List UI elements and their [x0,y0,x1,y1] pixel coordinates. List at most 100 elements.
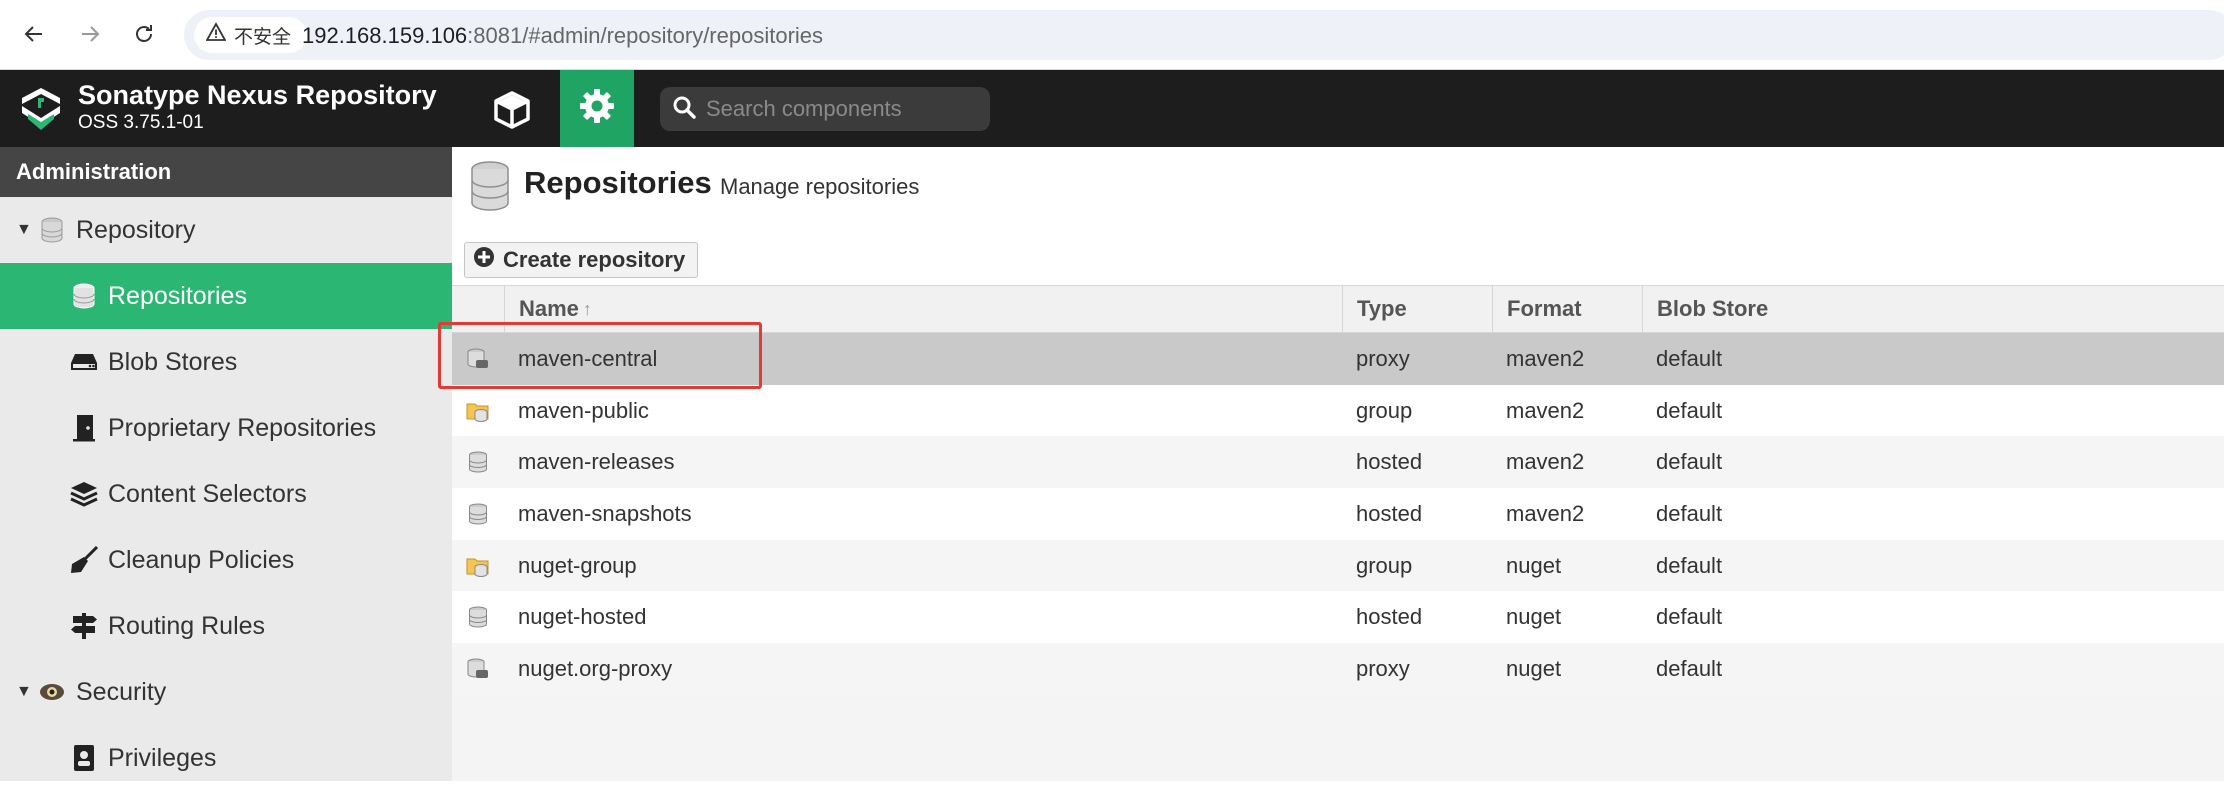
repositories-grid: Name ↑ Type Format Blob Store maven-cent… [452,285,2224,695]
sidebar-item-security[interactable]: ▼ Security [0,659,452,725]
repo-format: maven2 [1506,449,1585,475]
hosted-repo-icon [452,591,504,643]
repo-type: hosted [1356,604,1423,630]
sidebar-item-label: Blob Stores [108,347,238,376]
repo-name[interactable]: maven-public [504,385,1342,437]
broom-icon [70,546,98,574]
sidebar-item-privileges[interactable]: Privileges [0,725,452,791]
hosted-repo-icon [452,436,504,488]
repo-blob-store: default [1656,604,1723,630]
address-bar[interactable]: 不安全 192.168.159.106:8081/#admin/reposito… [184,10,2224,60]
repo-format: maven2 [1506,345,1585,371]
repo-name[interactable]: nuget-group [504,540,1342,592]
layers-icon [70,480,98,508]
expand-triangle-icon[interactable]: ▼ [16,221,38,239]
nexus-logo-icon[interactable] [18,86,64,132]
repo-type: hosted [1356,449,1423,475]
table-row[interactable]: maven-central proxy maven2 default [452,333,2224,385]
grid-toolbar: Create repository [452,231,2224,285]
repo-type: proxy [1356,345,1410,371]
sidebar-item-proprietary-repositories[interactable]: Proprietary Repositories [0,395,452,461]
sidebar-item-repositories[interactable]: Repositories [0,263,452,329]
table-row[interactable]: nuget.org-proxy proxy nuget default [452,643,2224,695]
sidebar-item-label: Routing Rules [108,611,266,640]
table-row[interactable]: maven-public group maven2 default [452,384,2224,437]
repo-name[interactable]: nuget.org-proxy [504,643,1342,695]
proxy-repo-icon [452,333,504,385]
forward-icon[interactable] [70,14,110,54]
sidebar-item-label: Proprietary Repositories [108,413,377,442]
repo-name[interactable]: maven-snapshots [504,488,1342,540]
database-icon [470,161,510,211]
sidebar-item-content-selectors[interactable]: Content Selectors [0,461,452,527]
column-header-format[interactable]: Format [1492,286,1642,332]
group-repo-icon [452,385,504,437]
sidebar-item-label: Repository [76,215,196,244]
browse-mode-button[interactable] [474,78,550,146]
admin-mode-button[interactable] [560,70,634,147]
repo-type: hosted [1356,500,1423,526]
app-version: OSS 3.75.1-01 [78,112,204,133]
database-icon [38,216,66,244]
sidebar-item-label: Content Selectors [108,479,307,508]
hdd-icon [70,348,98,376]
repo-name[interactable]: maven-central [504,333,1342,385]
app-title: Sonatype Nexus Repository [78,80,437,110]
search-components-input[interactable]: Search components [660,87,990,131]
column-header-blob-store[interactable]: Blob Store [1642,286,2224,332]
cube-icon [492,90,532,135]
repo-format: nuget [1506,655,1562,681]
repo-name[interactable]: nuget-hosted [504,591,1342,643]
column-header-type[interactable]: Type [1342,286,1492,332]
sidebar-item-blob-stores[interactable]: Blob Stores [0,329,452,395]
security-label: 不安全 [234,26,292,48]
repo-type: group [1356,397,1413,423]
search-icon [672,95,696,124]
database-icon [70,282,98,310]
create-repository-label: Create repository [503,247,686,272]
column-name-label: Name [519,296,579,321]
repo-blob-store: default [1656,655,1723,681]
repo-blob-store: default [1656,500,1723,526]
security-chip[interactable]: 不安全 [194,17,308,53]
sidebar-item-label: Repositories [108,281,247,310]
repo-name[interactable]: maven-releases [504,436,1342,488]
repo-format: nuget [1506,604,1562,630]
search-placeholder: Search components [706,96,902,121]
back-icon[interactable] [14,14,54,54]
repo-format: nuget [1506,552,1562,578]
sort-asc-icon: ↑ [582,298,592,319]
sidebar-item-repository[interactable]: ▼ Repository [0,197,452,263]
url-text[interactable]: 192.168.159.106:8081/#admin/repository/r… [302,23,823,49]
sidebar-title: Administration [0,147,452,197]
reload-icon[interactable] [124,14,164,54]
repo-type: group [1356,552,1413,578]
signpost-icon [70,612,98,640]
table-row[interactable]: maven-snapshots hosted maven2 default [452,488,2224,540]
repo-type: proxy [1356,655,1410,681]
page-header: Repositories Manage repositories [452,147,2224,231]
repo-blob-store: default [1656,345,1723,371]
sidebar-item-cleanup-policies[interactable]: Cleanup Policies [0,527,452,593]
expand-triangle-icon[interactable]: ▼ [16,683,38,701]
table-row[interactable]: maven-releases hosted maven2 default [452,436,2224,489]
browser-toolbar: 不安全 192.168.159.106:8081/#admin/reposito… [0,0,2224,70]
eye-icon [38,678,66,706]
column-blob-label: Blob Store [1657,296,1769,321]
sidebar-item-label: Cleanup Policies [108,545,295,574]
door-icon [70,414,98,442]
repo-blob-store: default [1656,397,1723,423]
admin-sidebar: Administration ▼ Repository Repositories… [0,147,452,781]
gear-icon [578,87,616,130]
create-repository-button[interactable]: Create repository [464,242,699,278]
page-title: Repositories [524,165,712,200]
table-row[interactable]: nuget-group group nuget default [452,539,2224,592]
id-badge-icon [70,744,98,772]
warning-icon [205,22,227,48]
column-header-name[interactable]: Name ↑ [504,286,1342,332]
table-row[interactable]: nuget-hosted hosted nuget default [452,591,2224,644]
column-type-label: Type [1357,296,1407,321]
url-host: 192.168.159.106 [302,23,468,48]
repo-format: maven2 [1506,500,1585,526]
sidebar-item-routing-rules[interactable]: Routing Rules [0,593,452,659]
